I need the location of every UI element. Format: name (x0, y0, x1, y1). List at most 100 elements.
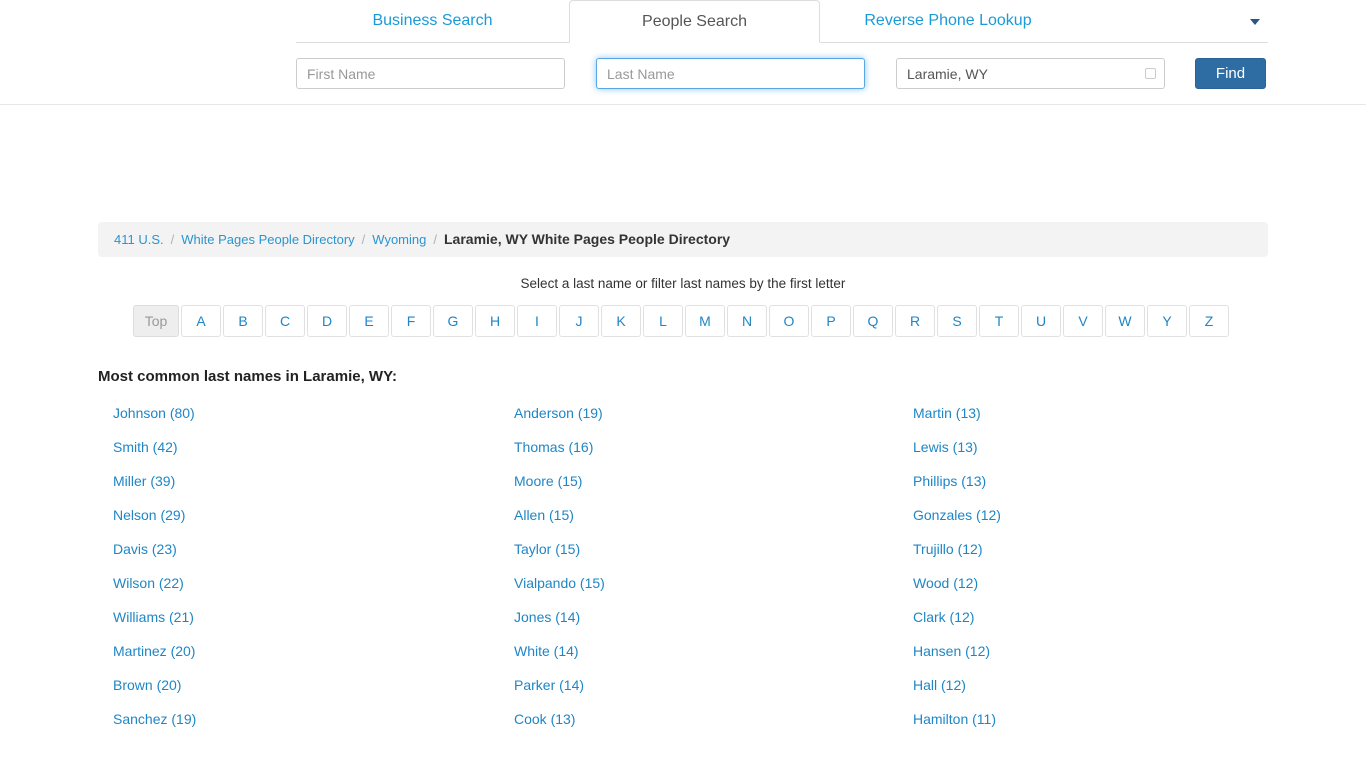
names-heading: Most common last names in Laramie, WY: (98, 368, 1268, 385)
name-row: Davis (23) (98, 532, 499, 566)
breadcrumb-link-411-us[interactable]: 411 U.S. (114, 232, 164, 247)
letter-filter-s[interactable]: S (937, 305, 977, 337)
lastname-link-williams[interactable]: Williams (21) (113, 609, 194, 625)
lastname-link-brown[interactable]: Brown (20) (113, 677, 181, 693)
search-module: Business Search People Search Reverse Ph… (296, 0, 1268, 89)
lastname-link-wood[interactable]: Wood (12) (913, 575, 978, 591)
name-row: Lewis (13) (898, 430, 1268, 464)
breadcrumb-current: Laramie, WY White Pages People Directory (444, 231, 730, 247)
last-name-input[interactable] (596, 58, 865, 89)
breadcrumb-link-white-pages[interactable]: White Pages People Directory (181, 232, 354, 247)
lastname-link-cook[interactable]: Cook (13) (514, 711, 575, 727)
lastname-link-vialpando[interactable]: Vialpando (15) (514, 575, 605, 591)
letter-filter-l[interactable]: L (643, 305, 683, 337)
lastname-link-phillips[interactable]: Phillips (13) (913, 473, 986, 489)
name-row: Anderson (19) (499, 396, 898, 430)
lastname-link-martin[interactable]: Martin (13) (913, 405, 981, 421)
name-row: White (14) (499, 634, 898, 668)
find-button[interactable]: Find (1195, 58, 1266, 89)
names-column-3: Martin (13) Lewis (13) Phillips (13) Gonzal… (898, 396, 1268, 736)
name-row: Phillips (13) (898, 464, 1268, 498)
search-inputs-row: Find (296, 43, 1268, 89)
lastname-link-miller[interactable]: Miller (39) (113, 473, 175, 489)
name-row: Martinez (20) (98, 634, 499, 668)
letter-filter-v[interactable]: V (1063, 305, 1103, 337)
breadcrumb-link-wyoming[interactable]: Wyoming (372, 232, 426, 247)
breadcrumb-separator: / (362, 232, 366, 247)
lastname-link-wilson[interactable]: Wilson (22) (113, 575, 184, 591)
letter-filter-e[interactable]: E (349, 305, 389, 337)
letter-filter-a[interactable]: A (181, 305, 221, 337)
lastname-link-jones[interactable]: Jones (14) (514, 609, 580, 625)
lastname-link-nelson[interactable]: Nelson (29) (113, 507, 185, 523)
name-row: Hansen (12) (898, 634, 1268, 668)
letter-filter-m[interactable]: M (685, 305, 725, 337)
name-row: Martin (13) (898, 396, 1268, 430)
location-input[interactable] (896, 58, 1165, 89)
name-row: Smith (42) (98, 430, 499, 464)
letter-filter-z[interactable]: Z (1189, 305, 1229, 337)
name-row: Cook (13) (499, 702, 898, 736)
letter-filter-w[interactable]: W (1105, 305, 1145, 337)
tab-people-search[interactable]: People Search (569, 0, 820, 43)
lastname-link-thomas[interactable]: Thomas (16) (514, 439, 593, 455)
letter-filter-u[interactable]: U (1021, 305, 1061, 337)
filter-instruction: Select a last name or filter last names … (98, 276, 1268, 291)
lastname-link-sanchez[interactable]: Sanchez (19) (113, 711, 196, 727)
lastname-link-taylor[interactable]: Taylor (15) (514, 541, 580, 557)
lastname-link-anderson[interactable]: Anderson (19) (514, 405, 603, 421)
letter-filter-n[interactable]: N (727, 305, 767, 337)
name-row: Vialpando (15) (499, 566, 898, 600)
letter-filter-b[interactable]: B (223, 305, 263, 337)
search-header: Business Search People Search Reverse Ph… (0, 0, 1366, 105)
letter-filter-t[interactable]: T (979, 305, 1019, 337)
breadcrumb-separator: / (433, 232, 437, 247)
lastname-link-hamilton[interactable]: Hamilton (11) (913, 711, 996, 727)
name-row: Jones (14) (499, 600, 898, 634)
letter-filter-y[interactable]: Y (1147, 305, 1187, 337)
name-row: Miller (39) (98, 464, 499, 498)
names-column-2: Anderson (19) Thomas (16) Moore (15) Allen … (499, 396, 898, 736)
lastname-link-davis[interactable]: Davis (23) (113, 541, 177, 557)
name-row: Gonzales (12) (898, 498, 1268, 532)
lastname-link-moore[interactable]: Moore (15) (514, 473, 582, 489)
lastname-link-gonzales[interactable]: Gonzales (12) (913, 507, 1001, 523)
lastname-link-lewis[interactable]: Lewis (13) (913, 439, 978, 455)
letter-filter-r[interactable]: R (895, 305, 935, 337)
lastname-link-clark[interactable]: Clark (12) (913, 609, 974, 625)
lastname-link-white[interactable]: White (14) (514, 643, 579, 659)
name-row: Johnson (80) (98, 396, 499, 430)
letter-filter-top[interactable]: Top (133, 305, 179, 337)
letter-filter-i[interactable]: I (517, 305, 557, 337)
locate-icon[interactable] (1145, 68, 1156, 79)
first-name-input[interactable] (296, 58, 565, 89)
lastname-link-martinez[interactable]: Martinez (20) (113, 643, 195, 659)
lastname-link-johnson[interactable]: Johnson (80) (113, 405, 195, 421)
breadcrumb: 411 U.S. / White Pages People Directory / Wy… (98, 222, 1268, 257)
letter-filter-q[interactable]: Q (853, 305, 893, 337)
lastname-link-hall[interactable]: Hall (12) (913, 677, 966, 693)
tab-reverse-phone-lookup[interactable]: Reverse Phone Lookup (820, 0, 1076, 42)
tab-business-search[interactable]: Business Search (296, 0, 569, 42)
letter-filter-k[interactable]: K (601, 305, 641, 337)
letter-filter-o[interactable]: O (769, 305, 809, 337)
letter-filter-p[interactable]: P (811, 305, 851, 337)
letter-filter-h[interactable]: H (475, 305, 515, 337)
name-row: Williams (21) (98, 600, 499, 634)
name-row: Sanchez (19) (98, 702, 499, 736)
names-grid: Johnson (80) Smith (42) Miller (39) Nelson … (98, 396, 1268, 736)
name-row: Taylor (15) (499, 532, 898, 566)
letter-filter-g[interactable]: G (433, 305, 473, 337)
chevron-down-icon[interactable] (1250, 19, 1260, 25)
letter-filter-j[interactable]: J (559, 305, 599, 337)
name-row: Thomas (16) (499, 430, 898, 464)
name-row: Parker (14) (499, 668, 898, 702)
lastname-link-parker[interactable]: Parker (14) (514, 677, 584, 693)
lastname-link-smith[interactable]: Smith (42) (113, 439, 178, 455)
lastname-link-allen[interactable]: Allen (15) (514, 507, 574, 523)
letter-filter-d[interactable]: D (307, 305, 347, 337)
lastname-link-hansen[interactable]: Hansen (12) (913, 643, 990, 659)
lastname-link-trujillo[interactable]: Trujillo (12) (913, 541, 983, 557)
letter-filter-f[interactable]: F (391, 305, 431, 337)
letter-filter-c[interactable]: C (265, 305, 305, 337)
